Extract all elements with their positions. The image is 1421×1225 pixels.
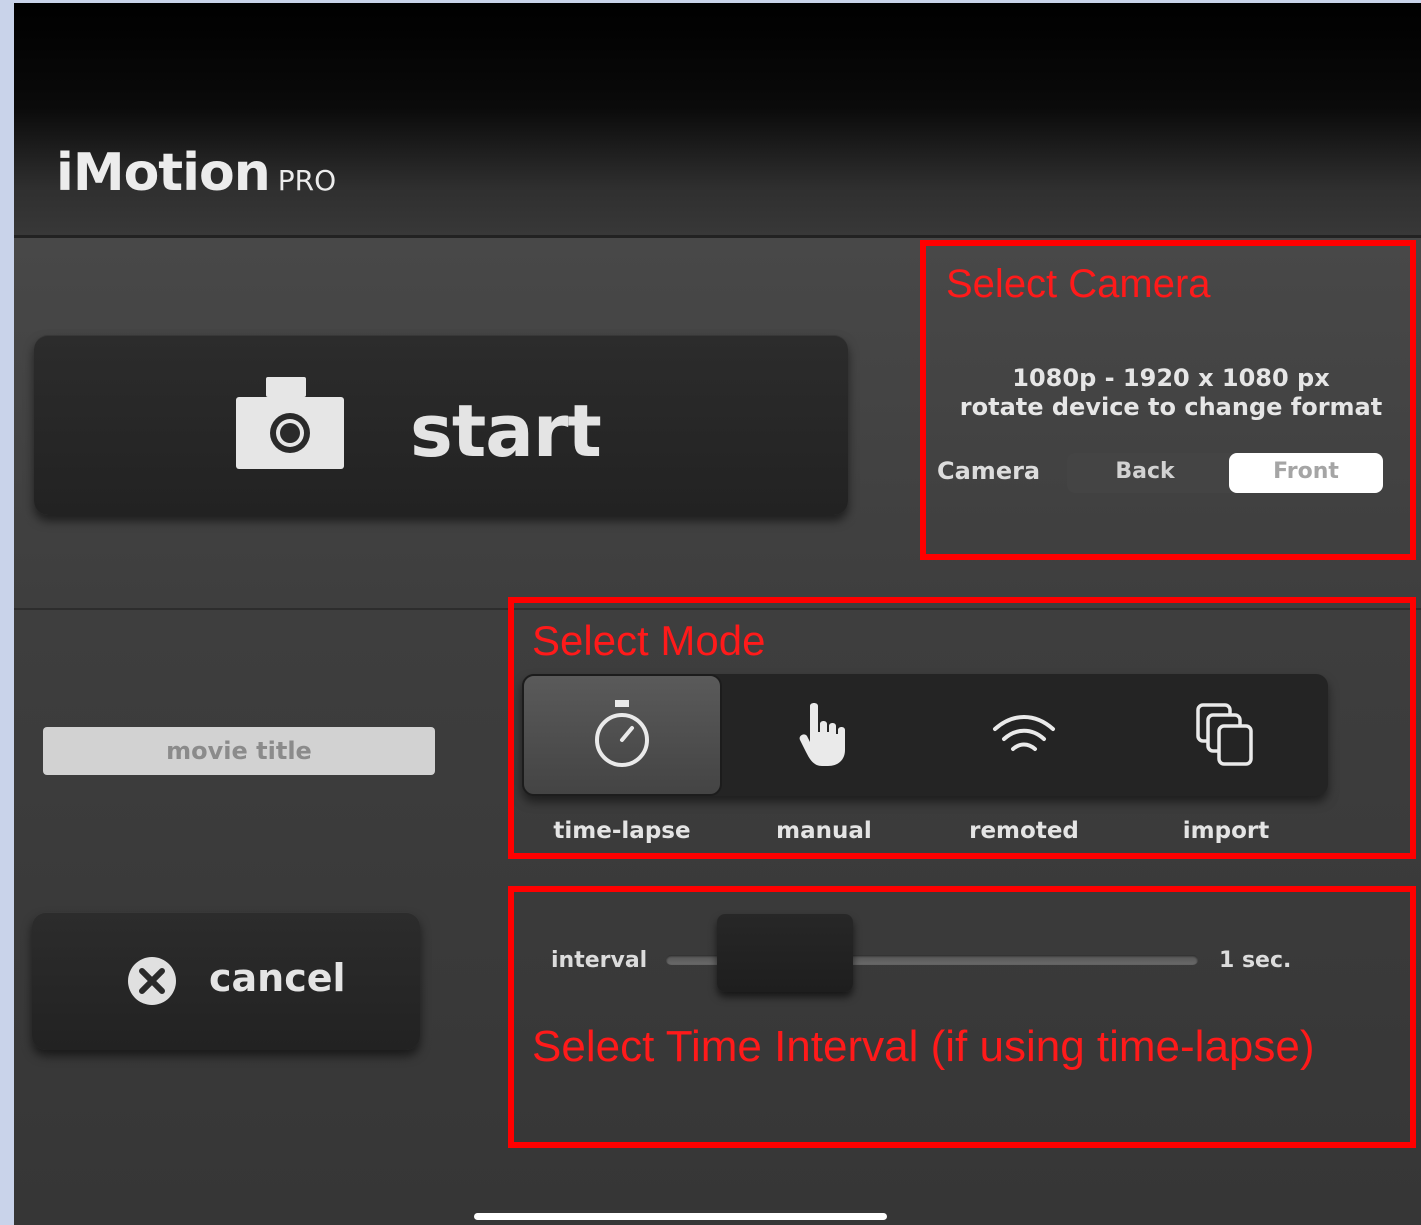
annotation-interval-box [508,886,1416,1148]
annotation-interval-text: Select Time Interval (if using time-laps… [532,1022,1315,1071]
start-button[interactable]: start [34,335,848,515]
movie-title-input[interactable] [43,727,435,775]
home-indicator[interactable] [474,1213,887,1220]
camera-icon [236,377,344,473]
top-bar: iMotion PRO [14,3,1421,238]
app-title-sub: PRO [277,164,337,197]
cancel-button[interactable]: cancel [32,912,420,1050]
start-label: start [410,389,602,473]
cancel-label: cancel [209,956,346,1000]
annotation-camera-text: Select Camera [946,262,1211,306]
app-title-main: iMotion [56,143,271,203]
app-title: iMotion PRO [56,143,336,203]
annotation-mode-text: Select Mode [532,617,766,664]
close-circle-icon [127,956,177,1010]
